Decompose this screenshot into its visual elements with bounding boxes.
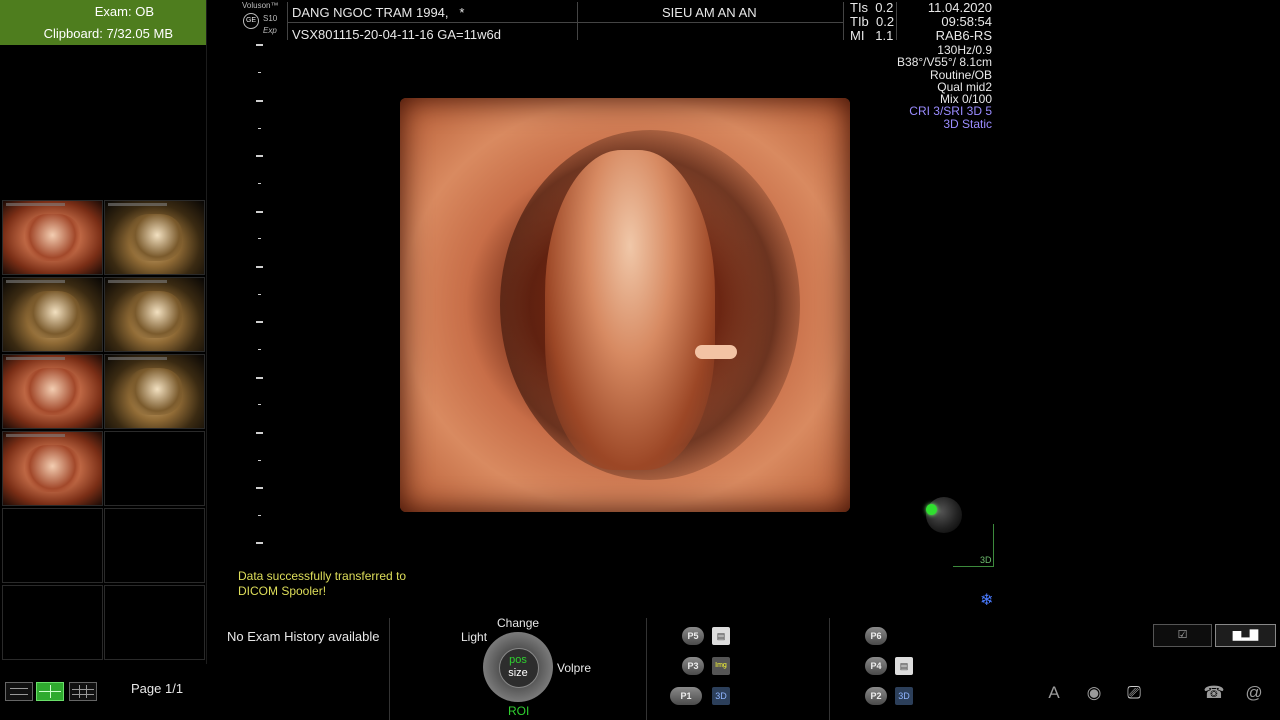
p1-button[interactable]: P1 (670, 687, 702, 705)
mi-value: 1.1 (875, 28, 894, 43)
knob-roi-label: ROI (508, 704, 530, 718)
tis-label: TIs (850, 0, 869, 15)
tis-value: 0.2 (875, 0, 894, 15)
axis-horizontal (953, 566, 994, 567)
modified-marker: * (459, 5, 465, 20)
image-store-icon[interactable]: Img (712, 657, 730, 675)
exam-history-status: No Exam History available (227, 629, 380, 644)
printer-icon[interactable]: ▤ (712, 627, 730, 645)
exam-value: OB (135, 4, 154, 19)
acoustic-indices: TIs 0.2 TIb 0.2 MI 1.1 (850, 1, 894, 43)
snowflake-icon[interactable]: ❄ (980, 590, 993, 610)
p3-button[interactable]: P3 (682, 657, 704, 675)
dual-layout-button[interactable] (36, 682, 64, 701)
probe-name: RAB6-RS (935, 28, 992, 43)
tib-label: TIb (850, 14, 869, 29)
brand-text: Voluson™ (242, 1, 279, 10)
at-icon[interactable]: @ (1243, 682, 1265, 704)
p6-button[interactable]: P6 (865, 627, 887, 645)
clipboard-empty-slot (104, 431, 205, 506)
grid-layout-button[interactable] (69, 682, 97, 701)
model-sub-text: Exp (263, 26, 277, 35)
exam-date: 11.04.2020 (927, 0, 992, 15)
clipboard-thumbnail[interactable] (104, 200, 205, 275)
patient-id: VSX801115-20-04-11-16 GA=11w6d (292, 27, 501, 42)
param-cri-sri: CRI 3/SRI 3D 5 (909, 104, 992, 119)
histogram-button[interactable]: ▆▂▇ (1215, 624, 1276, 647)
patient-name: DANG NGOC TRAM 1994, * (292, 5, 465, 20)
checkbox-button[interactable]: ☑ (1153, 624, 1212, 647)
single-layout-button[interactable] (5, 682, 33, 701)
orientation-marker (926, 504, 937, 515)
p5-button[interactable]: P5 (682, 627, 704, 645)
page-indicator: Page 1/1 (131, 681, 184, 696)
exam-header: Exam: OB Clipboard: 7/32.05 MB (0, 0, 206, 45)
knob-pos-label: pos (509, 654, 527, 666)
knob-volpre-label: Volpre (557, 661, 592, 675)
font-icon[interactable]: A (1044, 682, 1064, 704)
clipboard-empty-slot (2, 508, 103, 583)
clipboard-value: 7/32.05 MB (106, 26, 174, 41)
mi-label: MI (850, 28, 865, 43)
clinic-name: SIEU AM AN AN (662, 5, 757, 20)
exam-info: Exam: OB (95, 4, 154, 19)
clipboard-empty-slot (104, 585, 205, 660)
p2-button[interactable]: P2 (865, 687, 887, 705)
clipboard-thumbnail[interactable] (2, 200, 103, 275)
param-3d-mode: 3D Static (943, 116, 992, 131)
phone-icon[interactable]: ☎ (1202, 682, 1226, 704)
tib-value: 0.2 (876, 14, 895, 29)
exam-label: Exam: (94, 4, 132, 19)
date-time-block: 11.04.2020 09:58:54 RAB6-RS (900, 1, 992, 43)
histogram-icon: ▆▂▇ (1232, 629, 1259, 641)
save-3d-icon[interactable]: 3D (712, 687, 730, 705)
umbilical-cord (695, 345, 737, 359)
clipboard-empty-slot (2, 585, 103, 660)
clipboard-info: Clipboard: 7/32.05 MB (44, 26, 173, 41)
knob-change-label: Change (497, 616, 540, 630)
imaging-parameters: 130Hz/0.9 B38°/V55°/ 8.1cm Routine/OB Qu… (860, 44, 992, 130)
p4-button[interactable]: P4 (865, 657, 887, 675)
fetus-render (545, 150, 715, 470)
orientation-sphere[interactable] (926, 497, 962, 533)
checkbox-icon: ☑ (1177, 629, 1188, 641)
clipboard-thumbnail[interactable] (104, 354, 205, 429)
clipboard-thumbnail[interactable] (2, 354, 103, 429)
clipboard-thumbnail[interactable] (2, 277, 103, 352)
clipboard-label: Clipboard: (43, 26, 103, 41)
clipboard-thumbnail[interactable] (104, 277, 205, 352)
knob-size-label: size (508, 667, 528, 679)
save-3d-icon[interactable]: 3D (895, 687, 913, 705)
clipboard-thumbnail[interactable] (2, 431, 103, 506)
knob-light-label: Light (461, 630, 488, 644)
network-icon[interactable]: ⎚ (1122, 682, 1146, 704)
ge-logo-icon: GE (243, 13, 259, 29)
globe-icon[interactable]: ◉ (1082, 682, 1106, 704)
color-printer-icon[interactable]: ▤ (895, 657, 913, 675)
model-text: S10 (263, 14, 278, 23)
clipboard-empty-slot (104, 508, 205, 583)
exam-time: 09:58:54 (941, 14, 992, 29)
clipboard-thumbnail-grid (0, 198, 206, 664)
axis-vertical (993, 524, 994, 567)
param-angles-depth: B38°/V55°/ 8.1cm (897, 55, 992, 70)
transfer-status-message: Data successfully transferred to DICOM S… (238, 569, 407, 598)
orientation-label: 3D (980, 555, 992, 565)
